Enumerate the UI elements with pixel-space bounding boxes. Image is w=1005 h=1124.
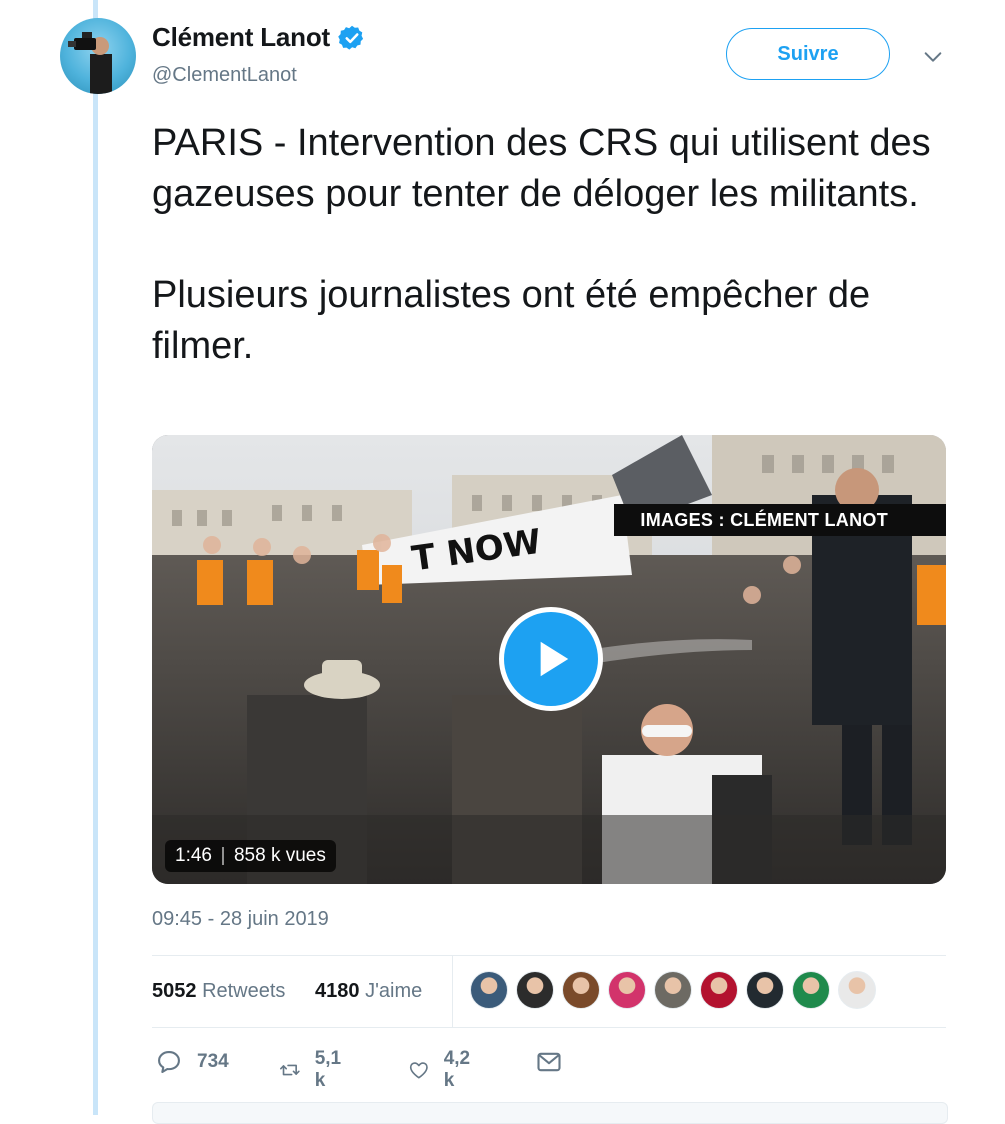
envelope-icon xyxy=(537,1052,561,1072)
liker-avatar[interactable] xyxy=(562,971,600,1009)
video-info-badge: 1:46 858 k vues xyxy=(165,840,336,872)
video-views: 858 k vues xyxy=(233,845,326,866)
likes-label: J'aime xyxy=(365,980,423,1002)
retweet-count: 5,1 k xyxy=(314,1048,342,1091)
like-button[interactable]: 4,2 k xyxy=(408,1048,476,1092)
thread-line xyxy=(93,0,98,1115)
liker-avatar[interactable] xyxy=(470,971,508,1009)
video-player[interactable]: T NOW IMAGES : CLÉMENT LANOT 1:46 858 k … xyxy=(152,435,946,884)
author-name[interactable]: Clément Lanot xyxy=(152,22,330,53)
video-watermark: IMAGES : CLÉMENT LANOT xyxy=(614,504,946,536)
retweet-button[interactable]: 5,1 k xyxy=(279,1048,347,1092)
tweet-paragraph-2: Plusieurs journalistes ont été empêcher … xyxy=(152,274,871,367)
likes-count: 4180 xyxy=(315,980,360,1002)
play-button[interactable] xyxy=(499,607,603,711)
video-info-separator xyxy=(221,847,224,865)
retweets-count: 5052 xyxy=(152,980,197,1002)
liker-avatar[interactable] xyxy=(516,971,554,1009)
liker-avatar[interactable] xyxy=(654,971,692,1009)
liker-avatar[interactable] xyxy=(608,971,646,1009)
tweet-menu-button[interactable] xyxy=(918,42,948,72)
retweets-label: Retweets xyxy=(202,980,286,1002)
verified-badge-icon xyxy=(338,24,366,52)
stats-divider-vertical xyxy=(452,955,453,1027)
author-avatar[interactable] xyxy=(60,18,136,94)
heart-icon xyxy=(409,1062,428,1079)
direct-message-button[interactable] xyxy=(535,1048,563,1076)
stats-divider-bottom xyxy=(152,1027,946,1028)
chevron-down-icon xyxy=(924,52,942,62)
likes-stat[interactable]: 4180 J'aime xyxy=(315,980,422,1003)
video-duration: 1:46 xyxy=(175,845,212,866)
reply-icon xyxy=(158,1051,180,1073)
liker-avatar[interactable] xyxy=(746,971,784,1009)
likers-avatars xyxy=(470,971,876,1009)
liker-avatar[interactable] xyxy=(792,971,830,1009)
like-count: 4,2 k xyxy=(443,1048,471,1091)
author-handle[interactable]: @ClementLanot xyxy=(152,64,297,87)
reply-button[interactable]: 734 xyxy=(155,1048,229,1076)
stats-divider-top xyxy=(152,955,946,956)
follow-button[interactable]: Suivre xyxy=(726,28,890,80)
liker-avatar[interactable] xyxy=(838,971,876,1009)
tweet-timestamp[interactable]: 09:45 - 28 juin 2019 xyxy=(152,908,329,931)
retweet-icon xyxy=(279,1064,300,1076)
next-tweet-card xyxy=(152,1102,948,1124)
play-icon xyxy=(540,641,569,677)
retweets-stat[interactable]: 5052 Retweets xyxy=(152,980,285,1003)
liker-avatar[interactable] xyxy=(700,971,738,1009)
tweet-paragraph-1: PARIS - Intervention des CRS qui utilise… xyxy=(152,122,931,215)
avatar-cameraman-icon xyxy=(68,32,112,94)
tweet-text: PARIS - Intervention des CRS qui utilise… xyxy=(152,118,952,372)
reply-count: 734 xyxy=(197,1051,229,1072)
